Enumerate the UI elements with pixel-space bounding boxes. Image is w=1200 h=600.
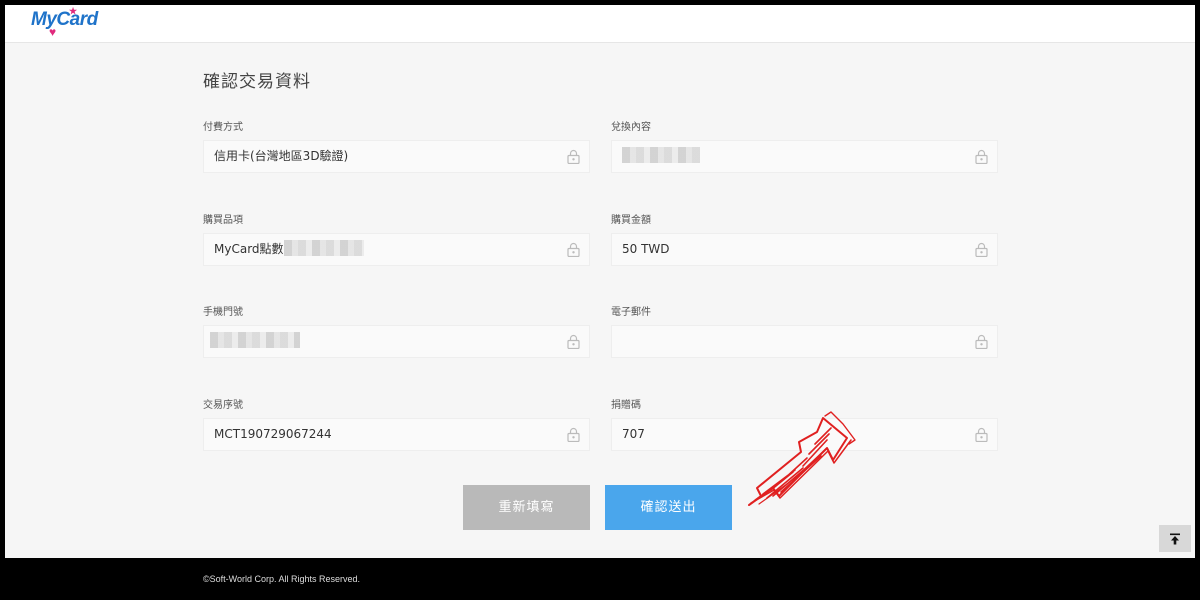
lock-icon (567, 149, 580, 164)
purchase-amount-input: 50 TWD (611, 233, 998, 266)
field-redeem-content: 兌換內容 (611, 118, 998, 173)
payment-method-input: 信用卡(台灣地區3D驗證) (203, 140, 590, 173)
field-value: 50 TWD (622, 242, 670, 256)
field-label: 手機門號 (203, 307, 243, 318)
copyright-text: ©Soft-World Corp. All Rights Reserved. (203, 574, 361, 584)
annotation-arrow-icon (748, 411, 856, 506)
lock-icon (975, 149, 988, 164)
field-value: MCT190729067244 (214, 427, 332, 441)
field-payment-method: 付費方式 信用卡(台灣地區3D驗證) (203, 118, 590, 173)
logo-text-card: Card (56, 9, 98, 30)
redacted-value (622, 147, 700, 163)
field-value: 707 (622, 427, 645, 441)
lock-icon (567, 427, 580, 442)
top-bar: My Card ★ ♥ (5, 5, 1195, 43)
page-frame: My Card ★ ♥ 確認交易資料 付費方式 信用卡(台灣地區3D驗證) 兌換… (5, 5, 1195, 558)
transaction-id-input: MCT190729067244 (203, 418, 590, 451)
mobile-number-input (203, 325, 590, 358)
field-label: 捐贈碼 (611, 400, 641, 411)
mycard-logo[interactable]: My Card ★ ♥ (31, 6, 98, 39)
field-email: 電子郵件 (611, 303, 998, 358)
field-label: 購買品項 (203, 215, 243, 226)
field-label: 購買金額 (611, 215, 651, 226)
arrow-up-to-top-icon (1170, 533, 1180, 544)
purchase-item-input: MyCard點數 (203, 233, 590, 266)
page-title: 確認交易資料 (203, 72, 311, 92)
submit-button[interactable]: 確認送出 (605, 485, 732, 530)
field-label: 交易序號 (203, 400, 243, 411)
redacted-value (210, 332, 300, 348)
field-purchase-item: 購買品項 MyCard點數 (203, 211, 590, 266)
redeem-content-input (611, 140, 998, 173)
field-mobile-number: 手機門號 (203, 303, 590, 358)
field-value: MyCard點數 (214, 242, 284, 256)
lock-icon (975, 334, 988, 349)
reset-button[interactable]: 重新填寫 (463, 485, 590, 530)
lock-icon (567, 334, 580, 349)
field-label: 兌換內容 (611, 122, 651, 133)
redacted-value (283, 240, 364, 256)
field-transaction-id: 交易序號 MCT190729067244 (203, 396, 590, 451)
field-value: 信用卡(台灣地區3D驗證) (214, 149, 349, 163)
lock-icon (975, 242, 988, 257)
star-icon: ★ (69, 6, 77, 16)
field-label: 付費方式 (203, 122, 243, 133)
email-input (611, 325, 998, 358)
lock-icon (975, 427, 988, 442)
footer: ©Soft-World Corp. All Rights Reserved. (0, 558, 1200, 600)
back-to-top-button[interactable] (1159, 525, 1191, 552)
field-label: 電子郵件 (611, 307, 651, 318)
heart-icon: ♥ (49, 25, 56, 39)
lock-icon (567, 242, 580, 257)
field-purchase-amount: 購買金額 50 TWD (611, 211, 998, 266)
